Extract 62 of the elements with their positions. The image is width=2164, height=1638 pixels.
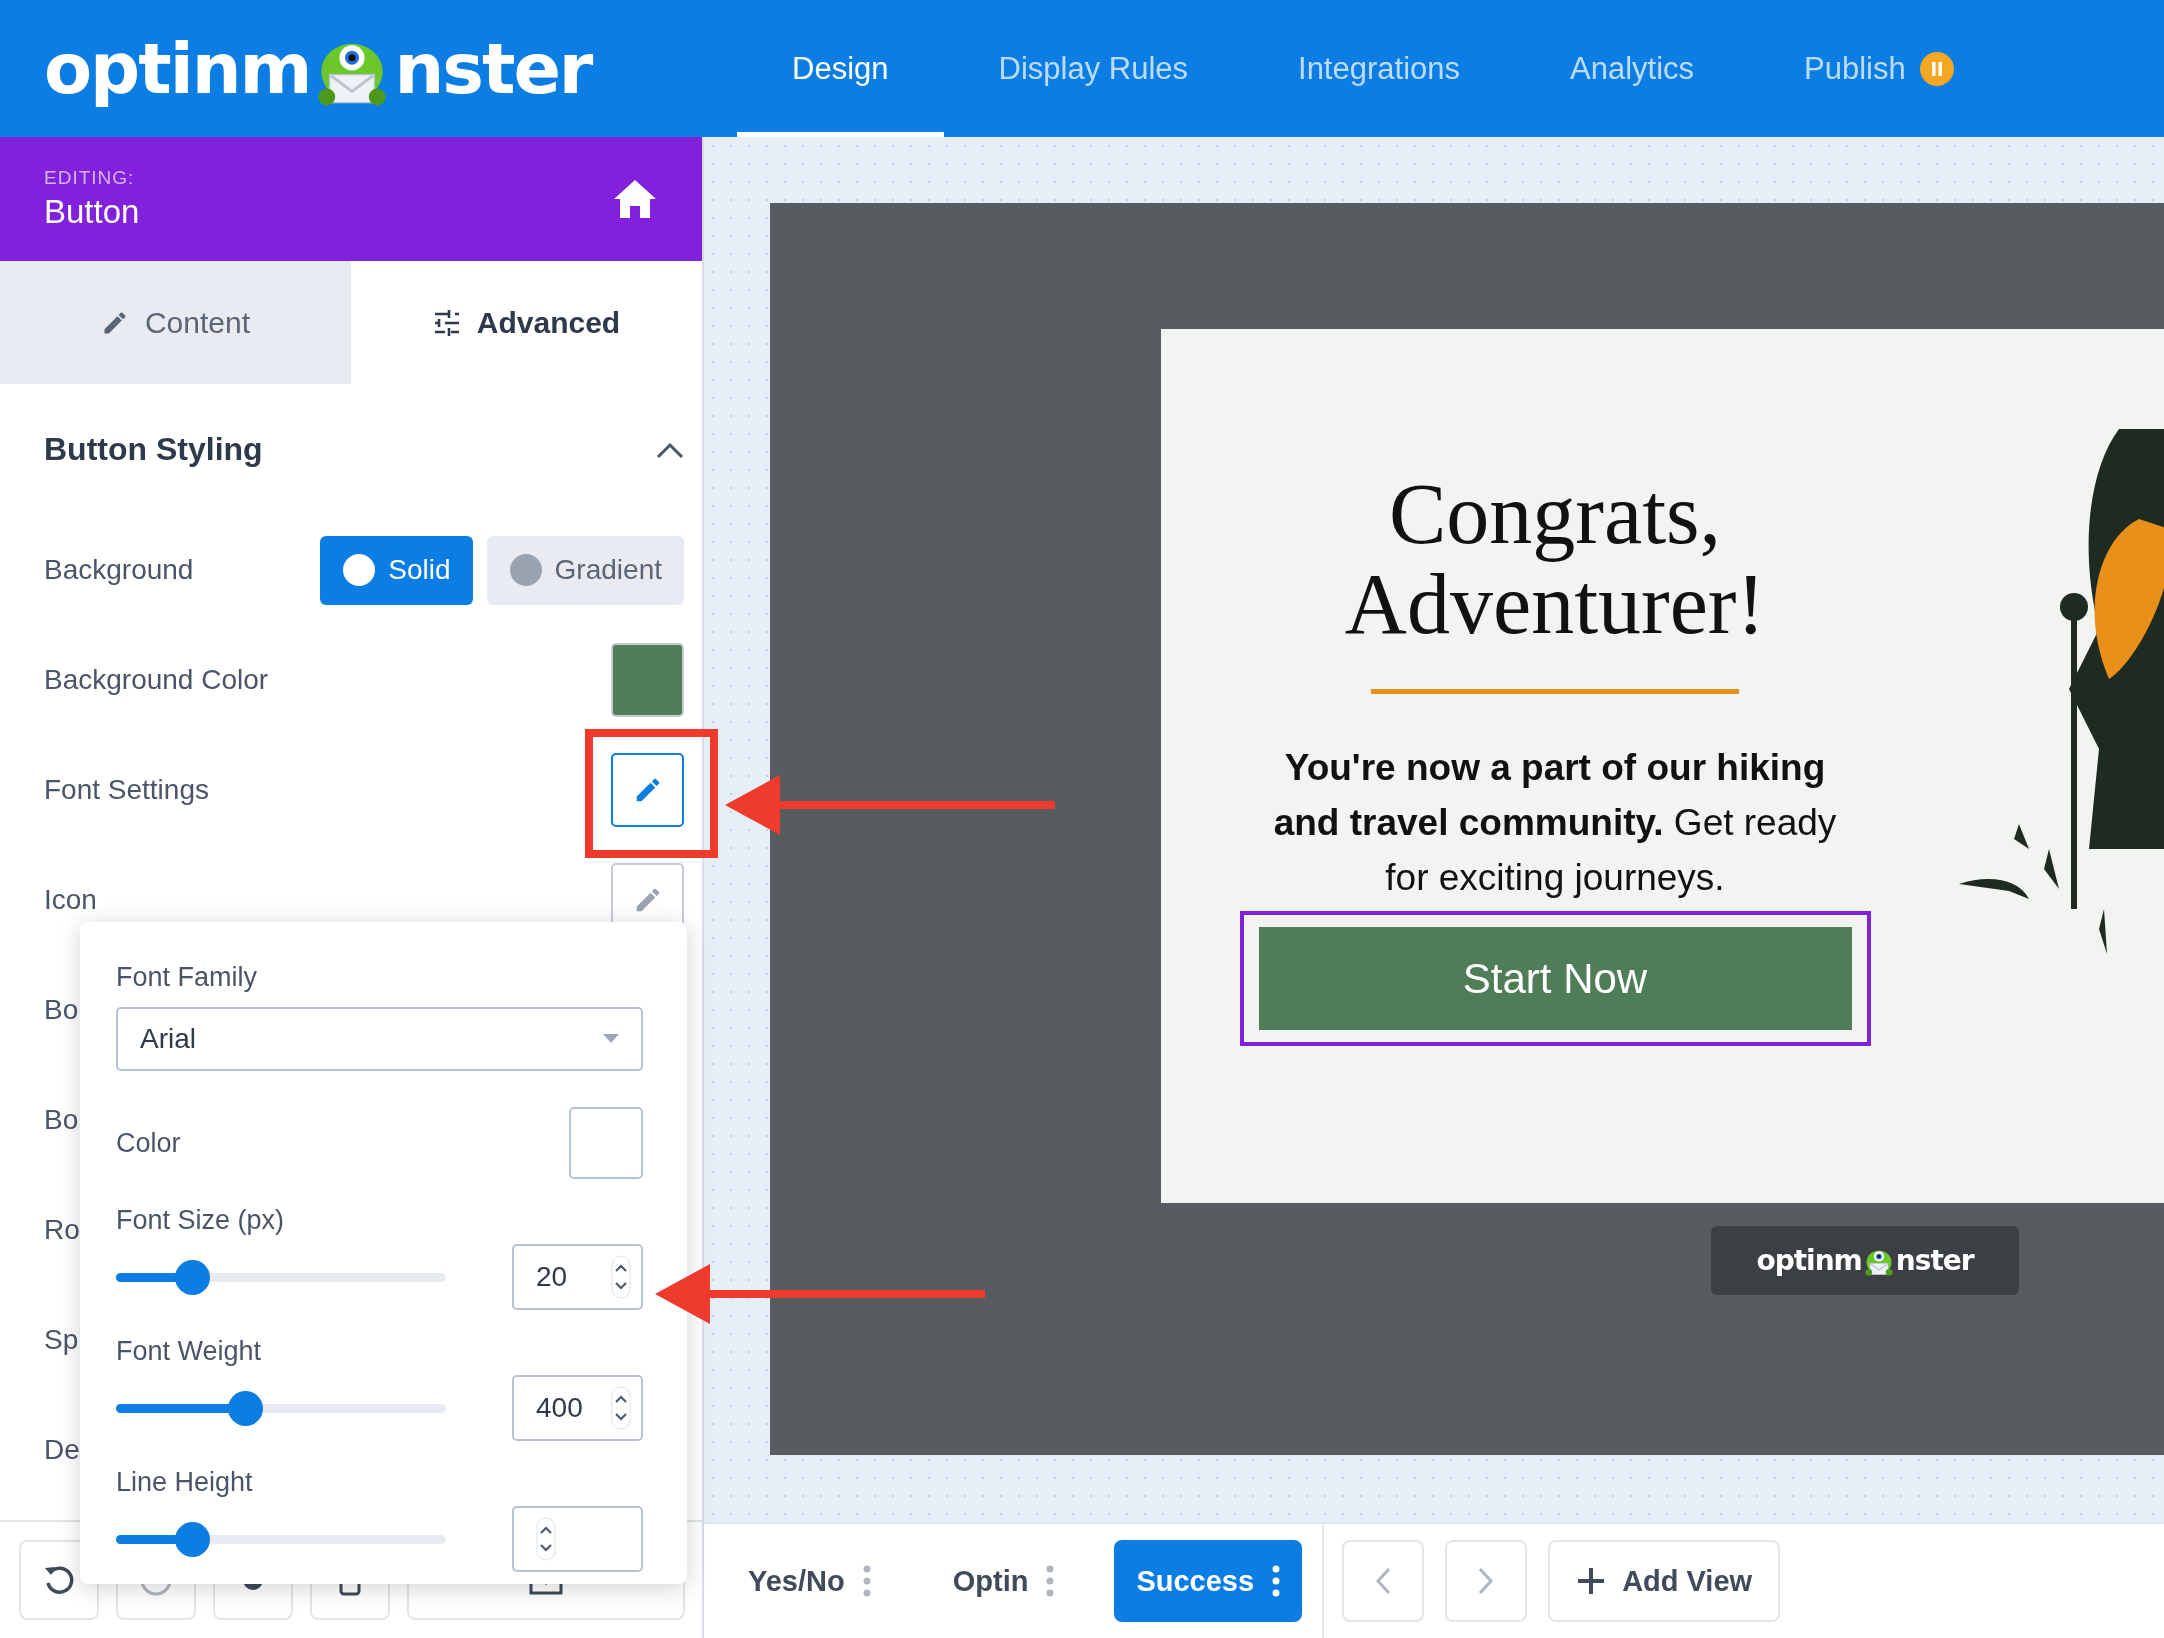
start-button[interactable]: Start Now [1258,927,1852,1030]
plus-icon [1576,1566,1607,1596]
undo-icon [42,1563,76,1597]
chevron-left-icon [1375,1567,1392,1595]
sliders-icon [432,309,461,336]
more-icon [862,1565,871,1597]
spinner-icon [536,1517,556,1561]
field-label: Color [116,1127,181,1159]
logo-text: nster [1895,1244,1974,1277]
number-field[interactable]: 20 [512,1244,643,1310]
field-label: De [44,1434,80,1466]
logo-text: nster [394,27,592,110]
toggle-option[interactable]: Solid [320,535,473,605]
number-field[interactable] [512,1506,643,1572]
view-tab[interactable]: Success [1114,1540,1303,1622]
editing-title: Button [44,193,140,231]
spinner-icon [611,1386,631,1430]
nav-tab[interactable]: Analytics [1515,0,1750,137]
field-label: Background Color [44,664,269,696]
spinner-icon [611,1255,631,1299]
field-label: Sp [44,1324,79,1356]
color-swatch[interactable] [611,643,684,717]
field-label: Font Weight [116,1336,263,1367]
slider-thumb[interactable] [227,1390,263,1426]
more-icon [1046,1565,1055,1597]
caret-icon [603,1034,619,1044]
field-label: Ro [44,1214,80,1246]
message: You're now a part of our hiking and travel community. Get ready for exciting journeys. [1272,746,1838,900]
number-field[interactable]: 400 [512,1375,643,1441]
section-title: Button Styling [44,431,263,468]
field-label: Bo [44,994,79,1026]
more-icon [1272,1565,1281,1597]
editing-caption: EDITING: [44,167,136,189]
chevron-right-icon [1478,1567,1495,1595]
font-family-dropdown[interactable]: Arial [116,1007,643,1071]
view-tab[interactable]: Yes/No [726,1540,893,1622]
slider-thumb[interactable] [174,1521,210,1557]
circle-icon [342,553,377,587]
field-label: Background [44,554,194,586]
logo-text: optinm [44,27,311,110]
edit-button[interactable] [611,753,684,827]
color-swatch[interactable] [569,1107,643,1179]
logo-text: optinm [1756,1244,1862,1277]
toggle-option[interactable]: Gradient [486,535,684,605]
nav-tab[interactable]: Display Rules [943,0,1243,137]
field-label: Font Family [116,962,259,993]
heading: Congrats, Adventurer! [1343,469,1767,649]
circle-icon [508,553,543,587]
view-tab[interactable]: Optin [930,1540,1077,1622]
field-label: Icon [44,884,97,916]
nav-tab[interactable]: Integrations [1243,0,1515,137]
field-label: Font Settings [44,774,209,806]
slider-thumb[interactable] [174,1259,210,1295]
chevron-icon[interactable] [656,440,684,459]
panel-tab[interactable]: Content [0,261,351,384]
field-label: Bo [44,1104,79,1136]
pause-badge-icon [1919,51,1954,86]
home-icon[interactable] [612,178,658,220]
field-label: Font Size (px) [116,1205,286,1236]
add-view-button[interactable]: Add View [1548,1540,1781,1622]
nav-tab[interactable]: Publish [1749,0,2009,137]
field-label: Line Height [116,1467,254,1498]
